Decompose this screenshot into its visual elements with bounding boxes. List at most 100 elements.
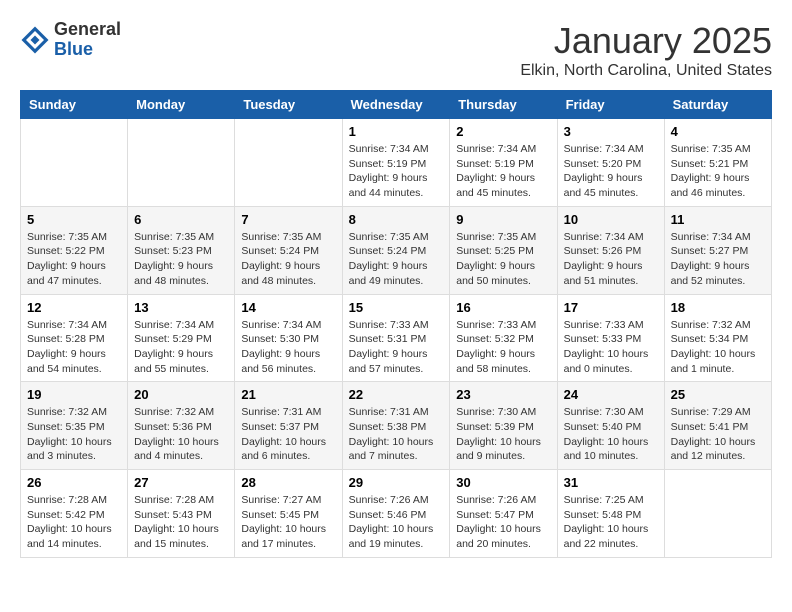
day-header-friday: Friday <box>557 91 664 119</box>
day-number: 14 <box>241 300 335 315</box>
calendar-cell: 25Sunrise: 7:29 AM Sunset: 5:41 PM Dayli… <box>664 382 771 470</box>
day-number: 8 <box>349 212 444 227</box>
day-info: Sunrise: 7:31 AM Sunset: 5:37 PM Dayligh… <box>241 405 335 464</box>
day-info: Sunrise: 7:35 AM Sunset: 5:24 PM Dayligh… <box>241 230 335 289</box>
calendar-cell: 3 Sunrise: 7:34 AM Sunset: 5:20 PM Daylig… <box>557 119 664 207</box>
day-info: Sunrise: 7:29 AM Sunset: 5:41 PM Dayligh… <box>671 405 765 464</box>
calendar-cell: 19 Sunrise: 7:32 AM Sunset: 5:35 PM Dayli… <box>21 382 128 470</box>
day-info: Sunrise: 7:32 AM Sunset: 5:36 PM Dayligh… <box>134 405 228 464</box>
day-info: Sunrise: 7:34 AM Sunset: 5:28 PM Dayligh… <box>27 318 121 377</box>
day-info: Sunrise: 7:33 AM Sunset: 5:31 PM Dayligh… <box>349 318 444 377</box>
logo-general: General <box>54 20 121 40</box>
calendar-cell: 12 Sunrise: 7:34 AM Sunset: 5:28 PM Dayli… <box>21 294 128 382</box>
day-info: Sunrise: 7:34 AM Sunset: 5:27 PM Dayligh… <box>671 230 765 289</box>
calendar-cell: 22 Sunrise: 7:31 AM Sunset: 5:38 PM Dayli… <box>342 382 450 470</box>
logo: General Blue <box>20 20 121 60</box>
day-header-wednesday: Wednesday <box>342 91 450 119</box>
day-number: 26 <box>27 475 121 490</box>
calendar-cell <box>21 119 128 207</box>
day-info: Sunrise: 7:27 AM Sunset: 5:45 PM Dayligh… <box>241 493 335 552</box>
day-header-monday: Monday <box>128 91 235 119</box>
calendar-cell: 28Sunrise: 7:27 AM Sunset: 5:45 PM Dayli… <box>235 470 342 558</box>
day-info: Sunrise: 7:34 AM Sunset: 5:20 PM Dayligh… <box>564 142 658 201</box>
calendar-cell: 26 Sunrise: 7:28 AM Sunset: 5:42 PM Dayli… <box>21 470 128 558</box>
day-number: 31 <box>564 475 658 490</box>
calendar-cell: 11Sunrise: 7:34 AM Sunset: 5:27 PM Dayli… <box>664 206 771 294</box>
calendar-body: 1 Sunrise: 7:34 AM Sunset: 5:19 PM Daylig… <box>21 119 772 558</box>
day-info: Sunrise: 7:25 AM Sunset: 5:48 PM Dayligh… <box>564 493 658 552</box>
calendar-cell: 17Sunrise: 7:33 AM Sunset: 5:33 PM Dayli… <box>557 294 664 382</box>
day-number: 27 <box>134 475 228 490</box>
calendar-cell: 10Sunrise: 7:34 AM Sunset: 5:26 PM Dayli… <box>557 206 664 294</box>
day-info: Sunrise: 7:31 AM Sunset: 5:38 PM Dayligh… <box>349 405 444 464</box>
day-number: 19 <box>27 387 121 402</box>
day-info: Sunrise: 7:33 AM Sunset: 5:32 PM Dayligh… <box>456 318 550 377</box>
calendar-cell: 27 Sunrise: 7:28 AM Sunset: 5:43 PM Dayli… <box>128 470 235 558</box>
calendar-cell: 16 Sunrise: 7:33 AM Sunset: 5:32 PM Dayli… <box>450 294 557 382</box>
day-info: Sunrise: 7:34 AM Sunset: 5:19 PM Dayligh… <box>456 142 550 201</box>
day-info: Sunrise: 7:34 AM Sunset: 5:30 PM Dayligh… <box>241 318 335 377</box>
week-row-2: 5 Sunrise: 7:35 AM Sunset: 5:22 PM Daylig… <box>21 206 772 294</box>
day-number: 21 <box>241 387 335 402</box>
day-number: 2 <box>456 124 550 139</box>
calendar-cell: 13 Sunrise: 7:34 AM Sunset: 5:29 PM Dayli… <box>128 294 235 382</box>
day-number: 5 <box>27 212 121 227</box>
day-number: 7 <box>241 212 335 227</box>
calendar-cell: 30Sunrise: 7:26 AM Sunset: 5:47 PM Dayli… <box>450 470 557 558</box>
day-number: 13 <box>134 300 228 315</box>
day-number: 4 <box>671 124 765 139</box>
calendar-header-row: SundayMondayTuesdayWednesdayThursdayFrid… <box>21 91 772 119</box>
day-info: Sunrise: 7:30 AM Sunset: 5:39 PM Dayligh… <box>456 405 550 464</box>
day-info: Sunrise: 7:32 AM Sunset: 5:34 PM Dayligh… <box>671 318 765 377</box>
day-info: Sunrise: 7:35 AM Sunset: 5:25 PM Dayligh… <box>456 230 550 289</box>
day-number: 12 <box>27 300 121 315</box>
day-number: 22 <box>349 387 444 402</box>
location-title: Elkin, North Carolina, United States <box>520 62 772 80</box>
calendar-cell: 23 Sunrise: 7:30 AM Sunset: 5:39 PM Dayli… <box>450 382 557 470</box>
calendar-cell: 2 Sunrise: 7:34 AM Sunset: 5:19 PM Daylig… <box>450 119 557 207</box>
day-info: Sunrise: 7:35 AM Sunset: 5:21 PM Dayligh… <box>671 142 765 201</box>
calendar-table: SundayMondayTuesdayWednesdayThursdayFrid… <box>20 90 772 558</box>
day-number: 16 <box>456 300 550 315</box>
calendar-cell: 7 Sunrise: 7:35 AM Sunset: 5:24 PM Daylig… <box>235 206 342 294</box>
day-info: Sunrise: 7:32 AM Sunset: 5:35 PM Dayligh… <box>27 405 121 464</box>
calendar-cell: 31 Sunrise: 7:25 AM Sunset: 5:48 PM Dayli… <box>557 470 664 558</box>
calendar-cell: 14 Sunrise: 7:34 AM Sunset: 5:30 PM Dayli… <box>235 294 342 382</box>
calendar-cell <box>235 119 342 207</box>
day-info: Sunrise: 7:28 AM Sunset: 5:43 PM Dayligh… <box>134 493 228 552</box>
calendar-cell: 21 Sunrise: 7:31 AM Sunset: 5:37 PM Dayli… <box>235 382 342 470</box>
day-info: Sunrise: 7:34 AM Sunset: 5:19 PM Dayligh… <box>349 142 444 201</box>
logo-blue: Blue <box>54 40 121 60</box>
calendar-cell <box>128 119 235 207</box>
calendar-cell: 4 Sunrise: 7:35 AM Sunset: 5:21 PM Daylig… <box>664 119 771 207</box>
week-row-1: 1 Sunrise: 7:34 AM Sunset: 5:19 PM Daylig… <box>21 119 772 207</box>
month-title: January 2025 <box>520 20 772 62</box>
week-row-3: 12 Sunrise: 7:34 AM Sunset: 5:28 PM Dayli… <box>21 294 772 382</box>
calendar-cell: 15 Sunrise: 7:33 AM Sunset: 5:31 PM Dayli… <box>342 294 450 382</box>
day-info: Sunrise: 7:26 AM Sunset: 5:46 PM Dayligh… <box>349 493 444 552</box>
calendar-cell: 1 Sunrise: 7:34 AM Sunset: 5:19 PM Daylig… <box>342 119 450 207</box>
day-number: 9 <box>456 212 550 227</box>
calendar-cell: 20 Sunrise: 7:32 AM Sunset: 5:36 PM Dayli… <box>128 382 235 470</box>
day-number: 24 <box>564 387 658 402</box>
day-number: 17 <box>564 300 658 315</box>
day-info: Sunrise: 7:30 AM Sunset: 5:40 PM Dayligh… <box>564 405 658 464</box>
day-number: 29 <box>349 475 444 490</box>
day-number: 15 <box>349 300 444 315</box>
logo-text: General Blue <box>54 20 121 60</box>
calendar-cell <box>664 470 771 558</box>
page-header: General Blue January 2025 Elkin, North C… <box>20 20 772 80</box>
calendar-cell: 9 Sunrise: 7:35 AM Sunset: 5:25 PM Daylig… <box>450 206 557 294</box>
day-info: Sunrise: 7:35 AM Sunset: 5:22 PM Dayligh… <box>27 230 121 289</box>
day-number: 30 <box>456 475 550 490</box>
calendar-cell: 8 Sunrise: 7:35 AM Sunset: 5:24 PM Daylig… <box>342 206 450 294</box>
calendar-cell: 29 Sunrise: 7:26 AM Sunset: 5:46 PM Dayli… <box>342 470 450 558</box>
day-number: 20 <box>134 387 228 402</box>
day-info: Sunrise: 7:35 AM Sunset: 5:24 PM Dayligh… <box>349 230 444 289</box>
day-number: 23 <box>456 387 550 402</box>
week-row-4: 19 Sunrise: 7:32 AM Sunset: 5:35 PM Dayli… <box>21 382 772 470</box>
day-number: 3 <box>564 124 658 139</box>
day-info: Sunrise: 7:28 AM Sunset: 5:42 PM Dayligh… <box>27 493 121 552</box>
day-number: 1 <box>349 124 444 139</box>
day-info: Sunrise: 7:34 AM Sunset: 5:29 PM Dayligh… <box>134 318 228 377</box>
